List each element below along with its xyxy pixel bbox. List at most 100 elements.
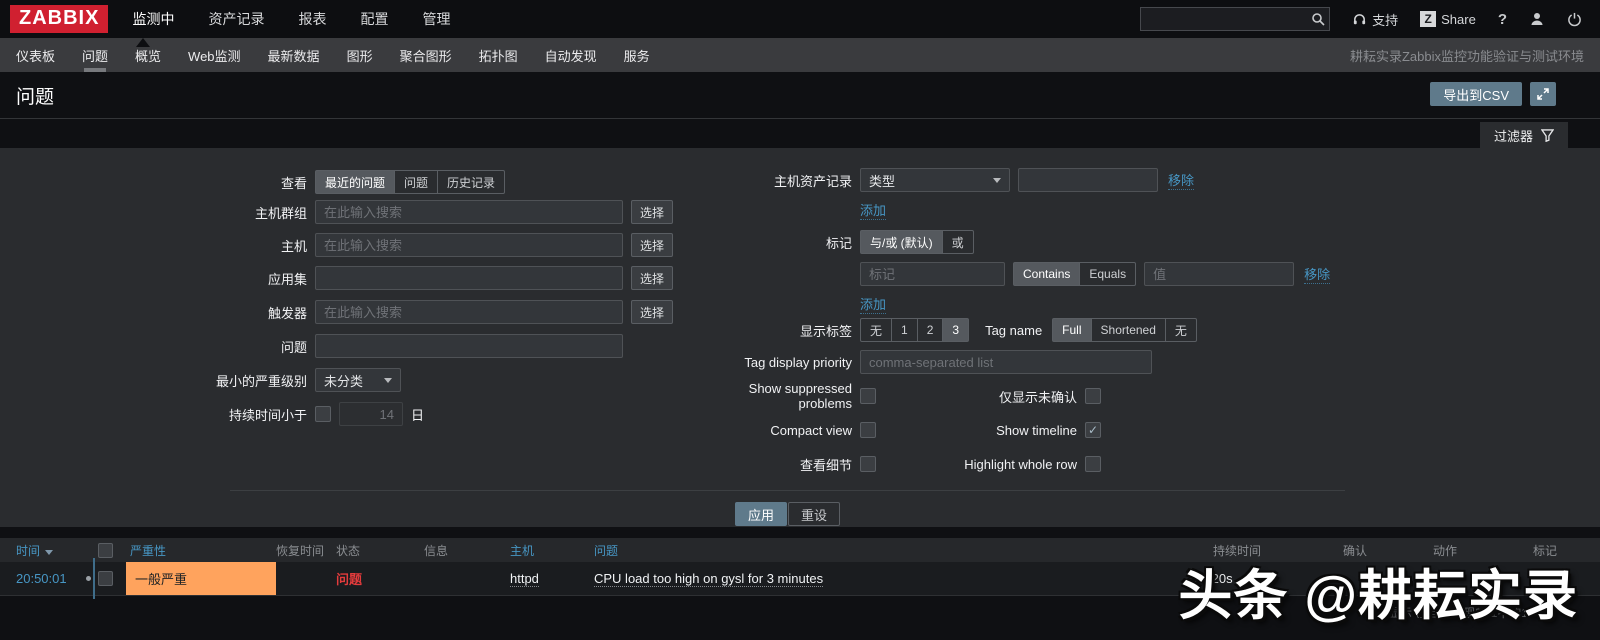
column-status: 状态 xyxy=(336,543,361,558)
show-tags-1[interactable]: 1 xyxy=(891,318,918,342)
chevron-down-icon xyxy=(384,377,392,383)
column-severity[interactable]: 严重性 xyxy=(126,538,276,562)
tag-name-segmented: Full Shortened 无 xyxy=(1052,318,1197,342)
tag-logic-or[interactable]: 或 xyxy=(941,230,974,254)
host-input[interactable] xyxy=(315,233,623,257)
filter-row-severity: 最小的严重级别 未分类 xyxy=(0,368,401,392)
tag-value-input[interactable] xyxy=(1144,262,1295,286)
filter-tab[interactable]: 过滤器 xyxy=(1479,122,1568,148)
view-option-recent-problems[interactable]: 最近的问题 xyxy=(315,170,396,194)
filter-row-tag-logic: 标记 与/或 (默认) 或 xyxy=(700,230,974,254)
support-link[interactable]: 支持 xyxy=(1352,10,1398,29)
status-cell: 问题 xyxy=(336,569,424,588)
subnav-maps[interactable]: 拓扑图 xyxy=(479,38,518,72)
menu-inventory[interactable]: 资产记录 xyxy=(208,9,264,29)
tag-logic-andor[interactable]: 与/或 (默认) xyxy=(860,230,943,254)
menu-reports[interactable]: 报表 xyxy=(298,9,326,29)
row-checkbox[interactable] xyxy=(98,571,113,586)
show-tags-3[interactable]: 3 xyxy=(942,318,970,342)
application-select-button[interactable]: 选择 xyxy=(631,266,674,290)
zabbix-logo[interactable]: ZABBIX xyxy=(10,5,109,33)
share-link[interactable]: Z Share xyxy=(1420,11,1476,27)
chevron-down-icon xyxy=(993,177,1001,183)
tag-name-none[interactable]: 无 xyxy=(1164,318,1197,342)
select-all-checkbox[interactable] xyxy=(98,542,113,558)
problem-status-link[interactable]: 问题 xyxy=(336,572,362,587)
view-option-problems[interactable]: 问题 xyxy=(394,170,439,194)
view-option-history[interactable]: 历史记录 xyxy=(437,170,506,194)
trigger-input[interactable] xyxy=(315,300,623,324)
tag-priority-input[interactable] xyxy=(860,350,1152,374)
fullscreen-toggle-button[interactable] xyxy=(1530,82,1556,106)
apply-button[interactable]: 应用 xyxy=(735,502,788,526)
help-icon[interactable]: ? xyxy=(1498,11,1507,28)
subnav-graphs[interactable]: 图形 xyxy=(347,38,373,72)
age-input[interactable] xyxy=(339,402,403,426)
compact-view-checkbox[interactable] xyxy=(860,422,876,438)
subnav-web[interactable]: Web监测 xyxy=(188,38,241,72)
subnav-services[interactable]: 服务 xyxy=(624,38,650,72)
host-group-select-button[interactable]: 选择 xyxy=(631,200,674,224)
show-timeline-checkbox[interactable]: ✓ xyxy=(1085,422,1101,438)
filter-row-tag-add: 添加 xyxy=(700,292,887,316)
show-suppressed-checkbox[interactable] xyxy=(860,388,876,404)
tag-name-full[interactable]: Full xyxy=(1052,318,1092,342)
tag-operator-segmented: Contains Equals xyxy=(1013,262,1137,286)
timeline-dot-icon xyxy=(86,576,91,581)
trigger-select-button[interactable]: 选择 xyxy=(631,300,674,324)
inventory-type-select[interactable]: 类型 xyxy=(860,168,1010,192)
age-checkbox[interactable] xyxy=(315,406,331,422)
export-csv-button[interactable]: 导出到CSV xyxy=(1430,82,1522,106)
min-severity-select[interactable]: 未分类 xyxy=(315,368,401,392)
subnav-problems[interactable]: 问题 xyxy=(82,38,108,72)
tag-operator-contains[interactable]: Contains xyxy=(1013,262,1081,286)
show-tags-none[interactable]: 无 xyxy=(860,318,893,342)
host-group-input[interactable] xyxy=(315,200,623,224)
subnav-latest-data[interactable]: 最新数据 xyxy=(268,38,320,72)
show-details-checkbox[interactable] xyxy=(860,456,876,472)
headset-icon xyxy=(1352,12,1367,27)
column-recovery-time: 恢复时间 xyxy=(276,543,325,558)
application-input[interactable] xyxy=(315,266,623,290)
search-icon[interactable] xyxy=(1307,12,1329,26)
subnav-discovery[interactable]: 自动发现 xyxy=(545,38,597,72)
problem-link[interactable]: CPU load too high on gysl for 3 minutes xyxy=(594,571,824,587)
header-divider xyxy=(0,118,1600,119)
inventory-remove-link[interactable]: 移除 xyxy=(1168,170,1195,190)
column-host[interactable]: 主机 xyxy=(510,542,594,559)
tag-remove-link[interactable]: 移除 xyxy=(1304,264,1331,284)
menu-monitoring[interactable]: 监测中 xyxy=(132,9,174,29)
host-select-button[interactable]: 选择 xyxy=(631,233,674,257)
problem-time-link[interactable]: 20:50:01 xyxy=(0,571,86,586)
show-tags-2[interactable]: 2 xyxy=(916,318,944,342)
tag-add-link[interactable]: 添加 xyxy=(860,294,887,314)
user-profile-icon[interactable] xyxy=(1529,11,1545,27)
subnav-dashboard[interactable]: 仪表板 xyxy=(16,38,55,72)
monitoring-subnav: 仪表板 问题 概览 Web监测 最新数据 图形 聚合图形 拓扑图 自动发现 服务… xyxy=(0,38,1600,72)
tag-operator-equals[interactable]: Equals xyxy=(1079,262,1137,286)
unacknowledged-only-checkbox[interactable] xyxy=(1085,388,1101,404)
menu-administration[interactable]: 管理 xyxy=(422,9,450,29)
topbar-right: 支持 Z Share ? xyxy=(1140,7,1600,31)
tag-name-shortened[interactable]: Shortened xyxy=(1090,318,1166,342)
min-severity-value: 未分类 xyxy=(324,373,364,389)
logout-power-icon[interactable] xyxy=(1567,12,1582,27)
subnav-screens[interactable]: 聚合图形 xyxy=(400,38,452,72)
host-link[interactable]: httpd xyxy=(510,571,539,587)
highlight-row-checkbox[interactable] xyxy=(1085,456,1101,472)
reset-button[interactable]: 重设 xyxy=(788,502,841,526)
search-input[interactable] xyxy=(1141,12,1308,26)
severity-badge: 一般严重 xyxy=(126,562,276,595)
column-problem[interactable]: 问题 xyxy=(594,542,1180,559)
tags-label: 标记 xyxy=(825,235,852,251)
highlight-row-label: Highlight whole row xyxy=(964,456,1077,472)
inventory-add-link[interactable]: 添加 xyxy=(860,200,887,220)
show-suppressed-label: Show suppressed problems xyxy=(748,381,852,411)
row-checkbox-cell xyxy=(98,571,126,586)
menu-configuration[interactable]: 配置 xyxy=(360,9,388,29)
inventory-value-input[interactable] xyxy=(1018,168,1158,192)
filter-row-host-group: 主机群组 选择 xyxy=(0,200,674,224)
column-time[interactable]: 时间 xyxy=(0,542,86,559)
tag-name-input[interactable] xyxy=(860,262,1005,286)
problem-input[interactable] xyxy=(315,334,623,358)
